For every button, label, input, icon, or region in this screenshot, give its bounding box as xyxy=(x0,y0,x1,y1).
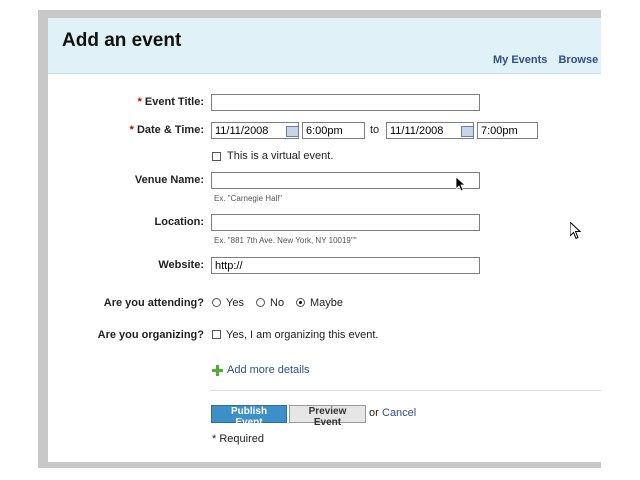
required-note: * Required xyxy=(212,433,264,445)
calendar-icon[interactable] xyxy=(286,126,299,137)
attending-yes-radio[interactable] xyxy=(212,298,221,307)
attending-maybe-radio[interactable] xyxy=(296,298,305,307)
location-label: Location: xyxy=(154,216,205,228)
event-title-label-text: Event Title: xyxy=(144,96,204,108)
date-time-label-text: Date & Time: xyxy=(136,124,204,136)
mouse-cursor-icon xyxy=(456,177,466,192)
publish-event-button[interactable]: Publish Event xyxy=(211,405,287,428)
required-mark: * xyxy=(137,96,142,108)
organizing-label: Are you organizing? xyxy=(97,329,204,341)
cancel-link[interactable]: Cancel xyxy=(382,407,416,419)
website-input[interactable] xyxy=(211,257,480,274)
event-title-label: * Event Title: xyxy=(54,96,204,108)
add-more-details-link[interactable]: Add more details xyxy=(227,364,310,376)
attending-label: Are you attending? xyxy=(103,297,204,309)
attending-no-label: No xyxy=(270,297,285,309)
plus-icon[interactable] xyxy=(212,365,223,376)
date-time-label: * Date & Time: xyxy=(54,124,204,136)
start-time-input[interactable] xyxy=(302,122,365,139)
frame-bottom xyxy=(38,462,601,468)
attending-no-radio[interactable] xyxy=(256,298,265,307)
location-input[interactable] xyxy=(211,214,480,231)
frame-left xyxy=(38,10,48,468)
add-event-panel: Add an event My Events Browse E * Event … xyxy=(48,18,601,462)
attending-yes-label: Yes xyxy=(226,297,244,309)
organizing-checkbox[interactable] xyxy=(212,330,221,339)
my-events-link[interactable]: My Events xyxy=(493,54,547,66)
attending-maybe-label: Maybe xyxy=(310,297,344,309)
divider xyxy=(210,390,601,391)
page-title: Add an event xyxy=(62,30,182,51)
venue-name-input[interactable] xyxy=(211,172,480,189)
required-mark: * xyxy=(129,124,134,136)
virtual-event-checkbox[interactable] xyxy=(212,152,221,161)
event-title-input[interactable] xyxy=(211,94,480,111)
organizing-checkbox-label: Yes, I am organizing this event. xyxy=(226,329,379,341)
screenshot-shell: Add an event My Events Browse E * Event … xyxy=(0,0,640,480)
preview-event-button[interactable]: Preview Event xyxy=(289,405,366,428)
website-label: Website: xyxy=(158,259,204,271)
venue-name-label: Venue Name: xyxy=(134,174,204,186)
frame-top xyxy=(38,10,601,18)
mouse-cursor-icon xyxy=(570,222,582,240)
or-text: or xyxy=(369,407,379,419)
venue-hint: Ex. "Carnegie Hall" xyxy=(214,194,282,203)
header-links: My Events Browse E xyxy=(493,54,601,66)
end-time-input[interactable] xyxy=(477,122,538,139)
location-hint: Ex. "881 7th Ave. New York, NY 10019"" xyxy=(214,236,357,245)
browse-events-link[interactable]: Browse E xyxy=(558,54,601,66)
virtual-event-label: This is a virtual event. xyxy=(227,150,334,162)
page-header: Add an event My Events Browse E xyxy=(48,18,601,74)
calendar-icon[interactable] xyxy=(461,126,474,137)
to-label: to xyxy=(370,124,380,136)
